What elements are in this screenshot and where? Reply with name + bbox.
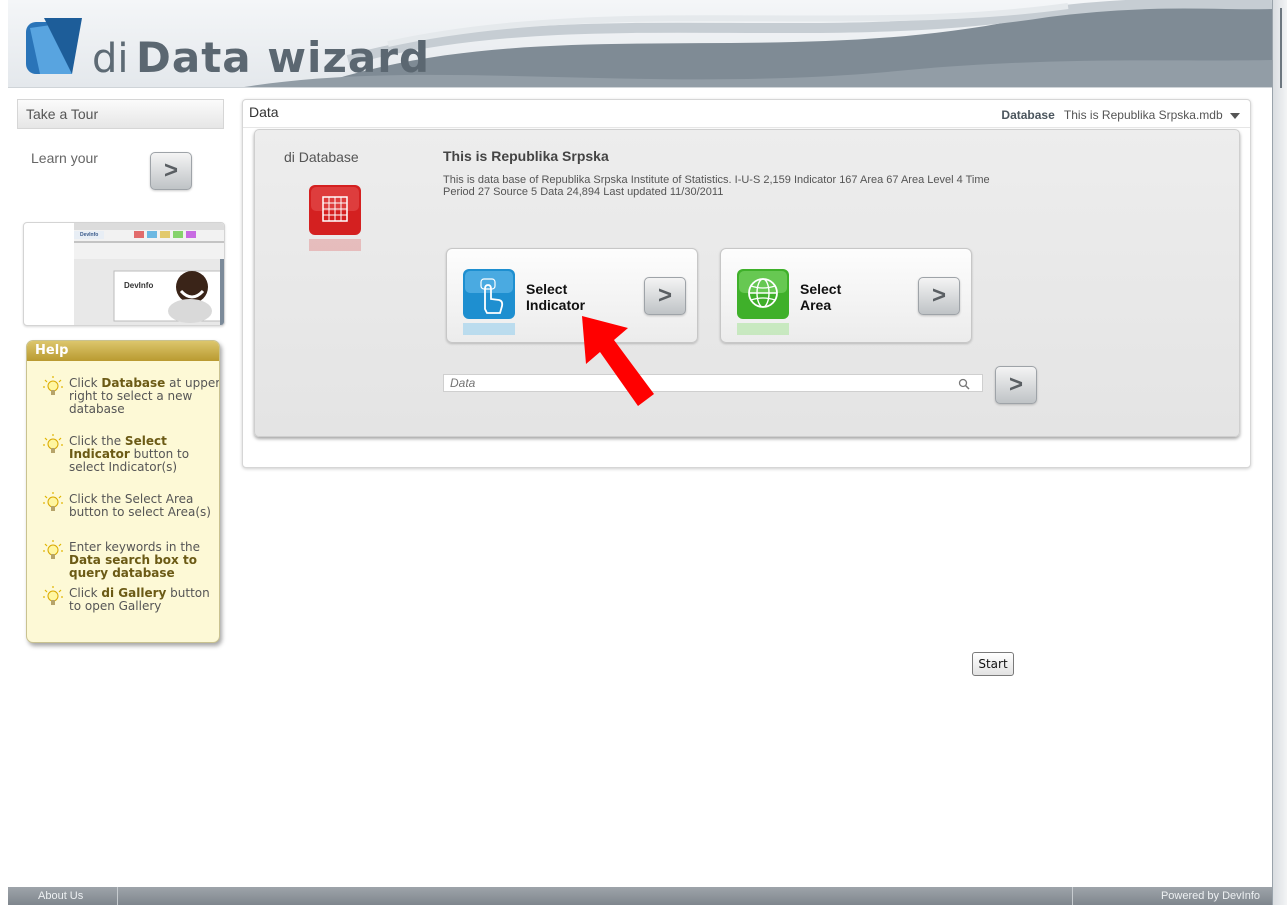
lightbulb-icon (43, 376, 63, 395)
lightbulb-icon (43, 492, 63, 511)
help-item-search: Enter keywords in the Data search box to… (41, 540, 219, 580)
database-selector[interactable]: Database This is Republika Srpska.mdb (1001, 108, 1240, 122)
database-grid-icon (309, 185, 361, 251)
select-indicator-label[interactable]: Select Indicator (526, 281, 636, 313)
database-description: This is data base of Republika Srpska In… (443, 174, 990, 198)
help-panel: Help Click Database at upper right to se… (26, 340, 220, 643)
help-item-gallery: Click di Gallery button to open Gallery (41, 586, 219, 613)
help-title: Help (27, 341, 219, 361)
lightbulb-icon (43, 586, 63, 605)
di-logo-icon (26, 18, 82, 74)
data-search-input[interactable] (450, 376, 950, 390)
powered-by-text: Powered by DevInfo (1072, 887, 1272, 905)
take-a-tour-heading: Take a Tour (17, 99, 224, 129)
tour-video-thumbnail[interactable]: DevInfo DevInfo (23, 222, 225, 326)
select-area-label[interactable]: Select Area (800, 281, 910, 313)
chevron-right-icon: > (163, 157, 178, 184)
thumb-brand-top: DevInfo (80, 232, 99, 238)
database-value[interactable]: This is Republika Srpska.mdb (1064, 108, 1223, 122)
video-preview-image (74, 223, 224, 325)
annotation-arrow-icon (582, 316, 654, 406)
chevron-right-icon: > (931, 282, 946, 309)
learn-your-text: Learn your (31, 150, 98, 166)
search-icon[interactable] (958, 378, 970, 390)
database-title: This is Republika Srpska (443, 148, 609, 164)
thumb-brand: DevInfo (124, 281, 154, 290)
select-indicator-button[interactable]: > (644, 277, 686, 315)
tour-next-button[interactable]: > (150, 152, 192, 190)
data-panel-title: Data (249, 104, 279, 120)
lightbulb-icon (43, 434, 63, 453)
help-item-select-area: Click the Select Area button to select A… (41, 492, 219, 519)
data-search-box[interactable] (443, 374, 983, 392)
logo-prefix: di (92, 36, 129, 82)
di-database-label: di Database (284, 149, 359, 165)
search-go-button[interactable]: > (995, 366, 1037, 404)
window-scrollbar[interactable] (1272, 0, 1287, 905)
help-item-select-indicator: Click the Select Indicator button to sel… (41, 434, 219, 474)
data-panel-header: Data Database This is Republika Srpska.m… (243, 100, 1250, 128)
database-label[interactable]: Database (1001, 108, 1054, 122)
caret-down-icon[interactable] (1230, 112, 1240, 119)
globe-icon (737, 269, 789, 335)
about-us-link[interactable]: About Us (8, 887, 118, 905)
chevron-right-icon: > (1008, 371, 1023, 398)
help-item-database: Click Database at upper right to select … (41, 376, 219, 416)
chevron-right-icon: > (657, 282, 672, 309)
app-title: Data wizard (136, 33, 431, 82)
footer-bar: About Us Powered by DevInfo (8, 887, 1272, 905)
select-area-button[interactable]: > (918, 277, 960, 315)
app-header: di Data wizard (8, 0, 1272, 88)
select-area-card[interactable]: Select Area > (720, 248, 972, 343)
lightbulb-icon (43, 540, 63, 559)
start-button[interactable]: Start (972, 652, 1014, 676)
touch-hand-icon (463, 269, 515, 335)
